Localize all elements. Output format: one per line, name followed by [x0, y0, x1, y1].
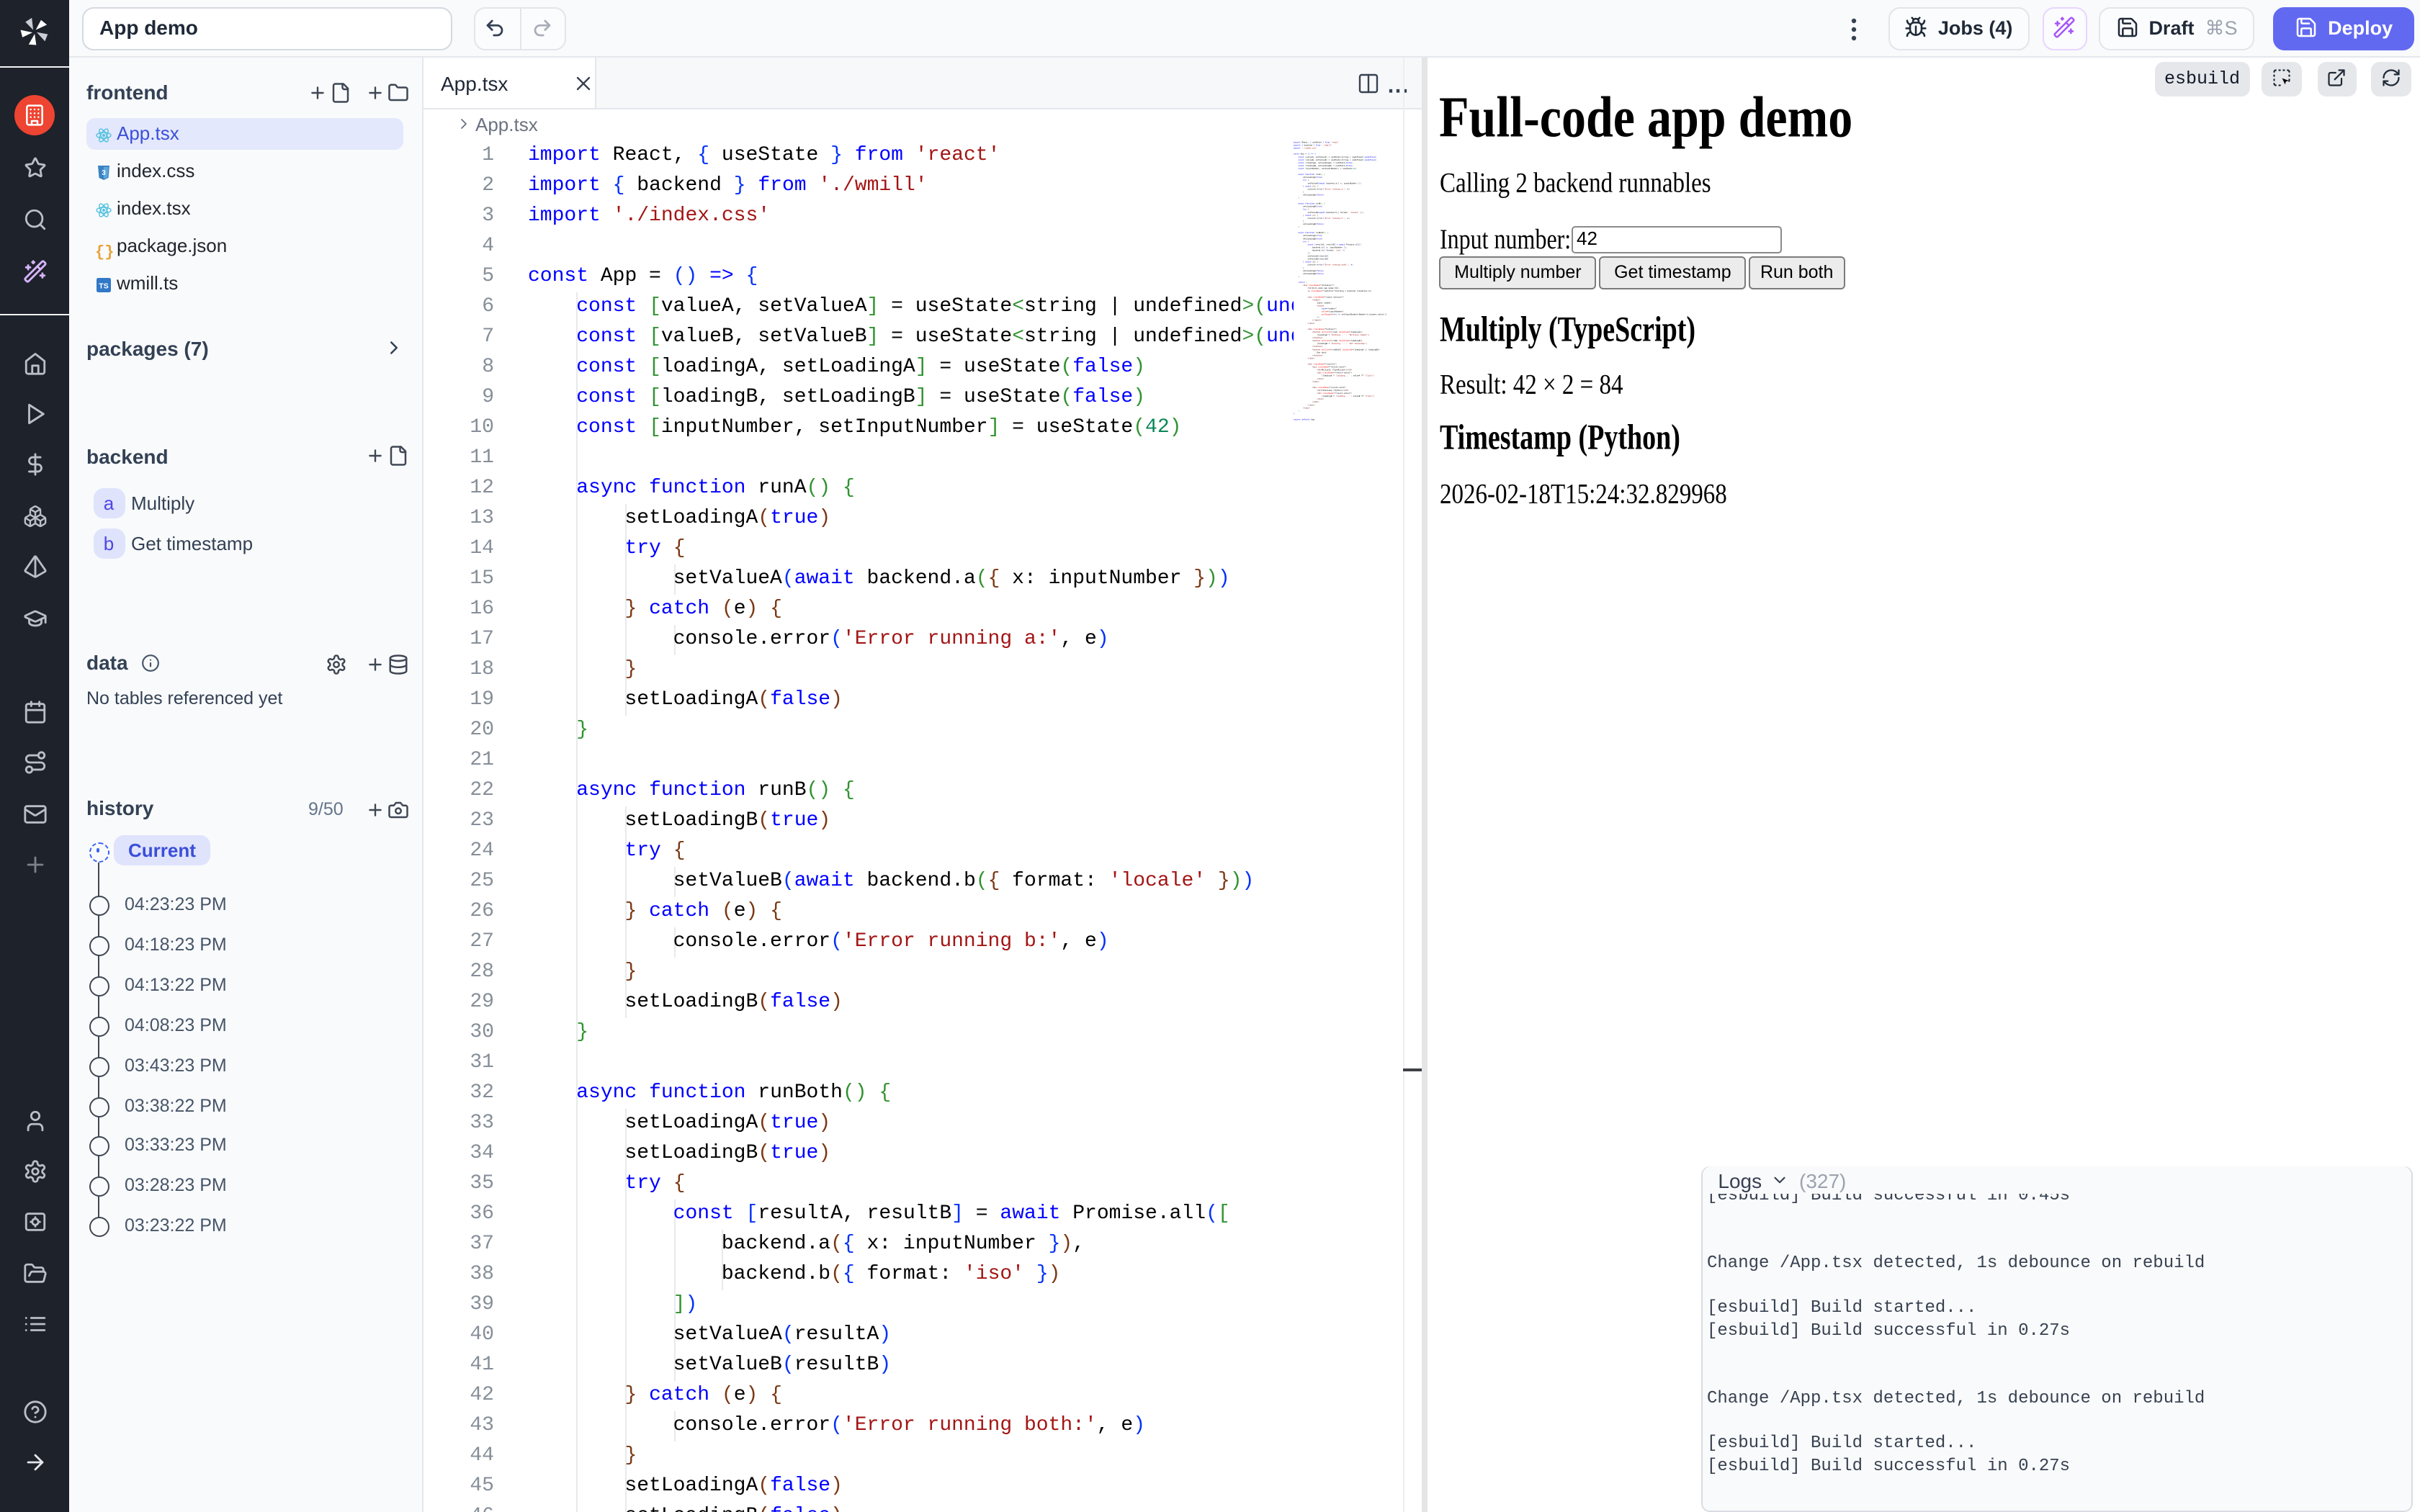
svg-text:3: 3: [102, 169, 106, 177]
svg-text:TS: TS: [99, 282, 108, 291]
